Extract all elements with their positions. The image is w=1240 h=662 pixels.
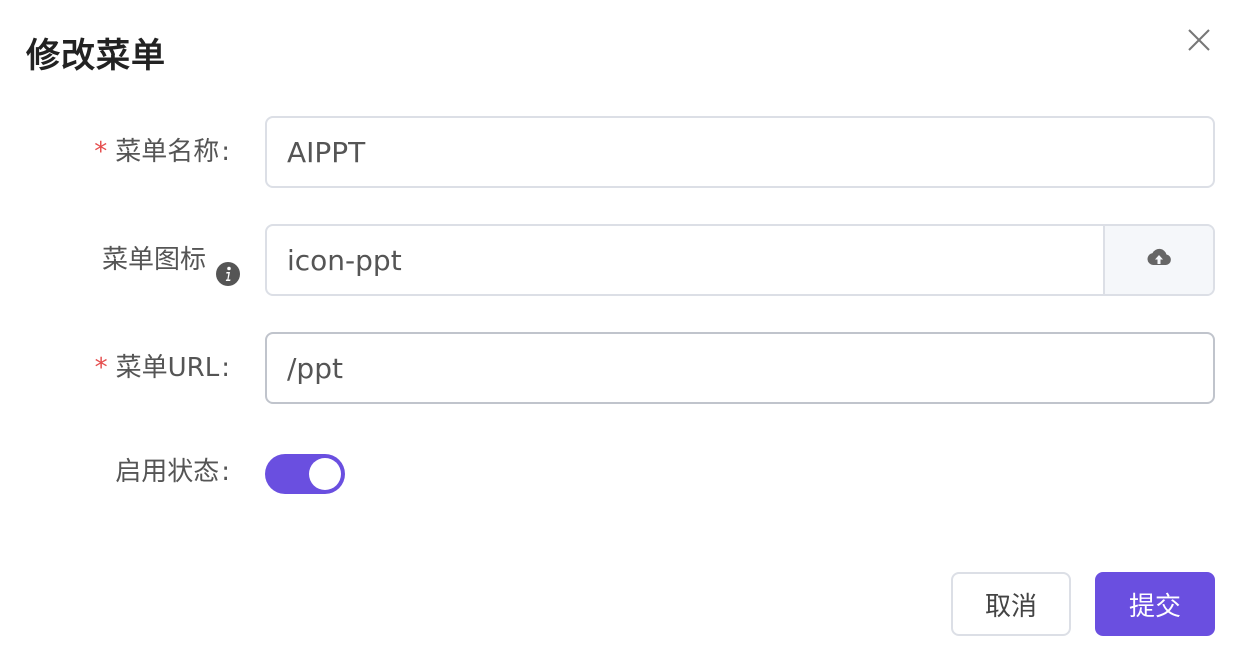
form-row-menu-icon: 菜单图标 icon-ppt bbox=[0, 224, 1240, 296]
menu-url-label: * 菜单URL : bbox=[95, 332, 230, 404]
status-label: 启用状态 : bbox=[115, 436, 230, 508]
menu-url-input[interactable]: /ppt bbox=[265, 332, 1215, 404]
submit-button[interactable]: 提交 bbox=[1095, 572, 1215, 636]
cloud-upload-icon bbox=[1146, 248, 1172, 272]
toggle-knob bbox=[309, 458, 341, 490]
menu-icon-input[interactable]: icon-ppt bbox=[267, 226, 1103, 294]
dialog-title: 修改菜单 bbox=[26, 36, 166, 76]
menu-icon-label-text: 菜单图标 bbox=[101, 245, 206, 275]
menu-icon-input-group: icon-ppt bbox=[265, 224, 1215, 296]
menu-url-value: /ppt bbox=[287, 351, 343, 385]
required-mark: * bbox=[94, 137, 108, 167]
label-colon: : bbox=[221, 457, 230, 487]
close-icon[interactable] bbox=[1184, 25, 1214, 55]
info-icon[interactable] bbox=[216, 246, 240, 286]
cancel-button[interactable]: 取消 bbox=[951, 572, 1071, 636]
menu-url-label-text: 菜单URL bbox=[115, 353, 220, 383]
menu-name-label: * 菜单名称 : bbox=[94, 116, 230, 188]
label-colon: : bbox=[221, 353, 230, 383]
menu-icon-value: icon-ppt bbox=[287, 243, 402, 277]
form-row-status: 启用状态 : bbox=[0, 436, 1240, 508]
label-colon: : bbox=[221, 137, 230, 167]
menu-name-input[interactable]: AIPPT bbox=[265, 116, 1215, 188]
upload-button[interactable] bbox=[1103, 226, 1213, 294]
menu-name-label-text: 菜单名称 bbox=[115, 137, 220, 167]
menu-name-value: AIPPT bbox=[287, 135, 366, 169]
status-toggle[interactable] bbox=[265, 454, 345, 494]
form-row-menu-name: * 菜单名称 : AIPPT bbox=[0, 116, 1240, 188]
menu-icon-label: 菜单图标 bbox=[102, 224, 240, 296]
edit-menu-dialog: 修改菜单 * 菜单名称 : AIPPT 菜单图标 icon-ppt * 菜单UR… bbox=[0, 0, 1240, 662]
required-mark: * bbox=[94, 353, 108, 383]
status-label-text: 启用状态 bbox=[115, 457, 220, 487]
form-row-menu-url: * 菜单URL : /ppt bbox=[0, 332, 1240, 404]
